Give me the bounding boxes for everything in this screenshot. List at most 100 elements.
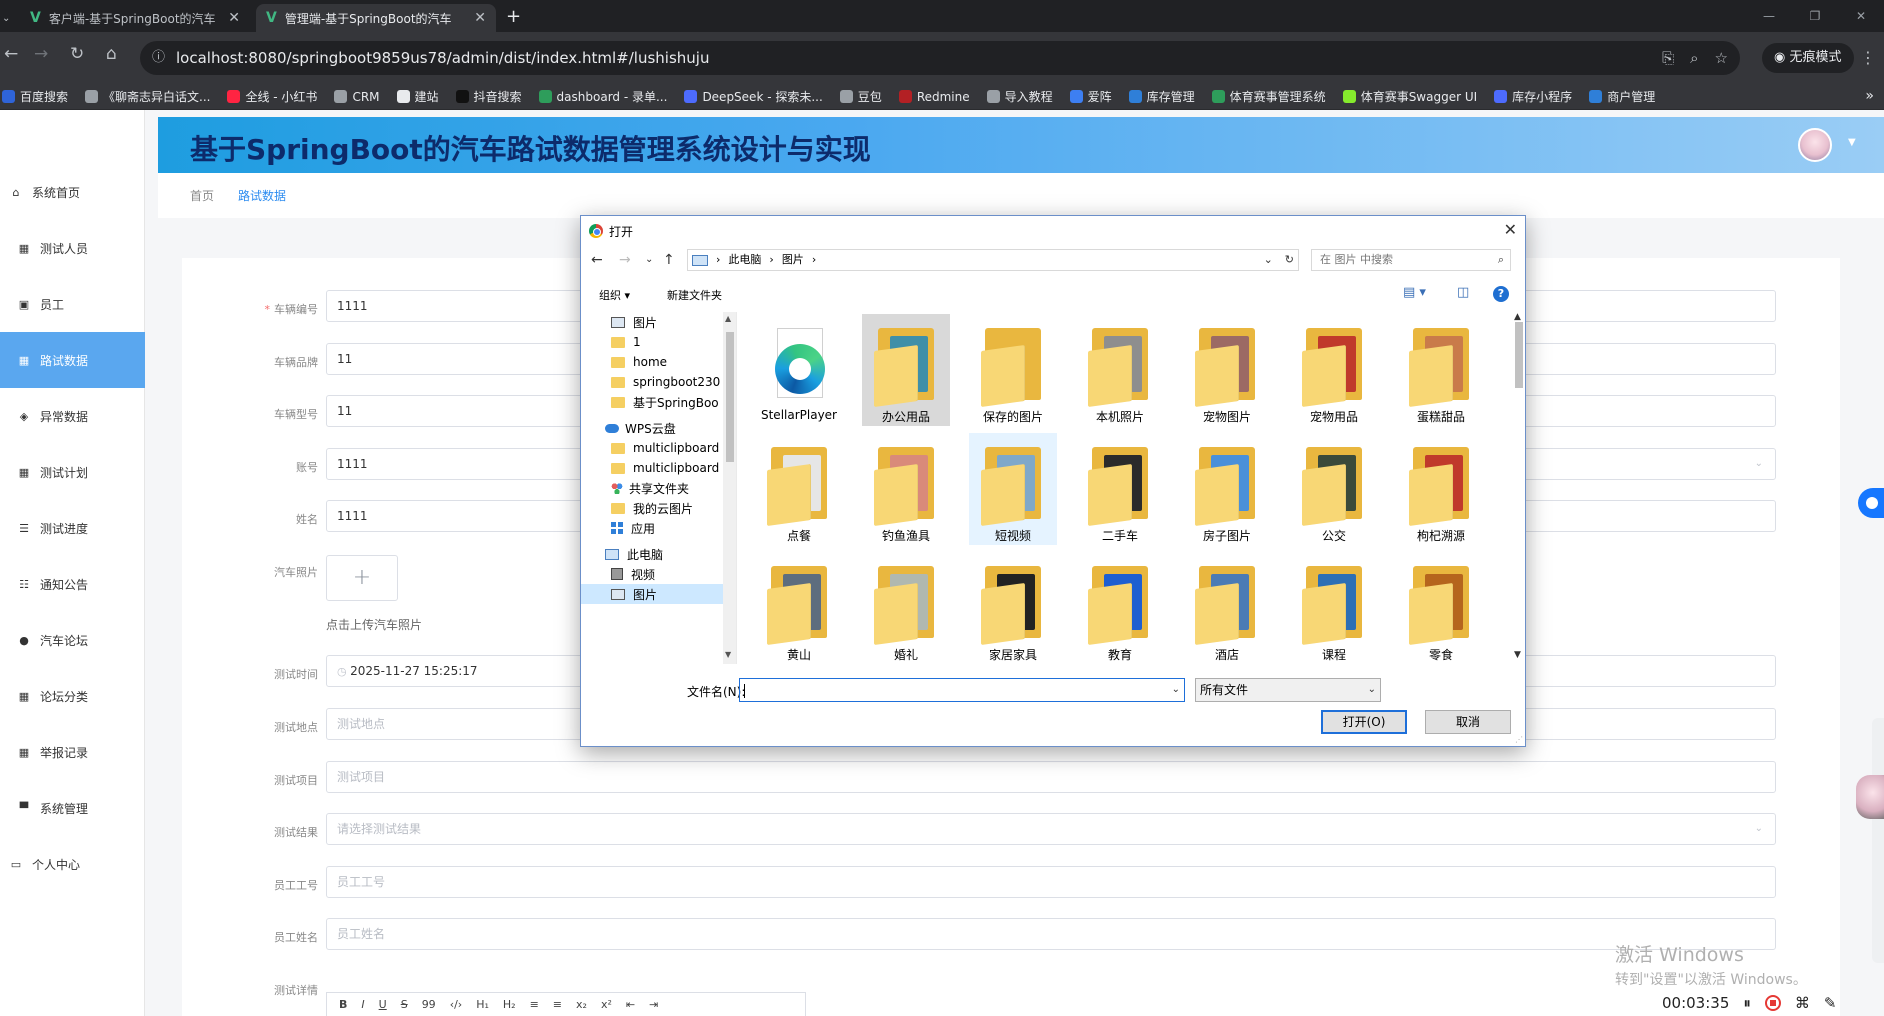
home-icon[interactable]: ⌂: [106, 44, 117, 64]
bookmark-star-icon[interactable]: ☆: [1715, 41, 1728, 75]
sidebar-item[interactable]: ▦ 测试计划: [0, 444, 145, 500]
bookmark-item[interactable]: DeepSeek - 探索未...: [684, 88, 823, 105]
open-button[interactable]: 打开(O): [1321, 710, 1407, 734]
up-folder-icon[interactable]: ↑: [663, 252, 675, 268]
emp-name-input[interactable]: 员工姓名: [326, 918, 1776, 950]
file-item-folder[interactable]: 宠物图片: [1183, 314, 1271, 426]
user-avatar[interactable]: [1798, 128, 1832, 162]
nav-pane-item[interactable]: 基于SpringBoo: [611, 392, 719, 412]
sidebar-item[interactable]: ▣ 员工: [0, 276, 145, 332]
close-tab-icon[interactable]: ✕: [474, 10, 486, 26]
editor-tool-button[interactable]: x²: [601, 998, 612, 1011]
dialog-search-input[interactable]: 在 图片 中搜索 ⌕: [1311, 249, 1511, 271]
pause-icon[interactable]: ⏸: [1743, 994, 1751, 1012]
editor-tool-button[interactable]: B: [339, 998, 347, 1011]
floating-avatar[interactable]: [1856, 775, 1884, 819]
file-item-folder[interactable]: 本机照片: [1076, 314, 1164, 426]
file-item-folder[interactable]: 钓鱼渔具: [862, 433, 950, 545]
sidebar-item[interactable]: ☰ 测试进度: [0, 500, 145, 556]
file-item-folder[interactable]: 黄山: [755, 552, 843, 664]
address-bar[interactable]: ⓘ localhost:8080/springboot9859us78/admi…: [140, 41, 1740, 75]
browser-tab-client[interactable]: V 客户端-基于SpringBoot的汽车 ✕: [20, 4, 250, 32]
file-item-folder[interactable]: 课程: [1290, 552, 1378, 664]
emp-no-input[interactable]: 员工工号: [326, 866, 1776, 898]
file-item-folder[interactable]: 教育: [1076, 552, 1164, 664]
bookmark-item[interactable]: 库存管理: [1128, 88, 1195, 105]
sidebar-item[interactable]: ▀ 系统管理: [0, 780, 145, 836]
filetype-select[interactable]: 所有文件 ⌄: [1195, 678, 1381, 702]
editor-tool-button[interactable]: ≡: [553, 998, 562, 1011]
nav-pane-item[interactable]: 图片: [581, 584, 726, 604]
file-item-folder[interactable]: 零食: [1397, 552, 1485, 664]
reload-icon[interactable]: ↻: [70, 44, 84, 64]
nav-pane-item[interactable]: 应用: [611, 518, 655, 538]
file-item-folder[interactable]: 酒店: [1183, 552, 1271, 664]
path-segment[interactable]: 此电脑: [728, 250, 761, 270]
bookmark-item[interactable]: 豆包: [839, 88, 882, 105]
close-window-icon[interactable]: ✕: [1838, 0, 1884, 32]
nav-pane-scrollbar[interactable]: ▲ ▼: [723, 312, 736, 664]
editor-tool-button[interactable]: H₁: [476, 998, 489, 1011]
nav-pane-item[interactable]: WPS云盘: [605, 418, 676, 438]
minimize-icon[interactable]: —: [1746, 0, 1792, 32]
file-item-folder[interactable]: 点餐: [755, 433, 843, 545]
browser-menu-icon[interactable]: ⋮: [1860, 48, 1876, 67]
nav-pane-item[interactable]: 共享文件夹: [611, 478, 689, 498]
file-item-folder[interactable]: 枸杞溯源: [1397, 433, 1485, 545]
forward-icon[interactable]: →: [619, 252, 631, 268]
file-item-folder[interactable]: 二手车: [1076, 433, 1164, 545]
nav-pane-item[interactable]: springboot230: [611, 372, 720, 392]
bookmark-item[interactable]: dashboard - 录单...: [538, 88, 667, 105]
file-item-folder[interactable]: 家居家具: [969, 552, 1057, 664]
sidebar-item[interactable]: ▭ 个人中心: [0, 836, 145, 892]
browser-tab-admin[interactable]: V 管理端-基于SpringBoot的汽车 ✕: [256, 4, 496, 32]
bookmark-item[interactable]: Redmine: [898, 90, 970, 104]
tab-list-icon[interactable]: ⌄: [2, 4, 10, 32]
bookmark-item[interactable]: 导入教程: [986, 88, 1053, 105]
editor-tool-button[interactable]: S: [401, 998, 408, 1011]
scroll-up-icon[interactable]: ▲: [725, 314, 731, 323]
sidebar-item[interactable]: ▦ 举报记录: [0, 724, 145, 780]
nav-pane-item[interactable]: 我的云图片: [611, 498, 693, 518]
file-item-folder[interactable]: 蛋糕甜品: [1397, 314, 1485, 426]
sidebar-item[interactable]: ◈ 异常数据: [0, 388, 145, 444]
filename-input[interactable]: ⌄: [739, 678, 1185, 702]
sidebar-item[interactable]: ⌂ 系统首页: [0, 164, 145, 220]
scrollbar-thumb[interactable]: [726, 332, 734, 462]
bookmark-item[interactable]: 爱阵: [1069, 88, 1112, 105]
file-item-app[interactable]: StellarPlayer: [755, 314, 843, 426]
cancel-button[interactable]: 取消: [1425, 710, 1511, 734]
test-item-input[interactable]: 测试项目: [326, 761, 1776, 793]
nav-pane-item[interactable]: 1: [611, 332, 641, 352]
breadcrumb-home[interactable]: 首页: [190, 187, 214, 204]
editor-tool-button[interactable]: 99: [422, 998, 436, 1011]
nav-pane-item[interactable]: home: [611, 352, 667, 372]
file-item-folder[interactable]: 保存的图片: [969, 314, 1057, 426]
file-item-folder[interactable]: 宠物用品: [1290, 314, 1378, 426]
editor-tool-button[interactable]: x₂: [576, 998, 587, 1011]
resize-grip-icon[interactable]: ⋰: [1515, 735, 1523, 744]
nav-pane-item[interactable]: 此电脑: [605, 544, 663, 564]
chevron-down-icon[interactable]: ⌄: [1172, 679, 1180, 701]
restore-icon[interactable]: ❐: [1792, 0, 1838, 32]
bookmark-item[interactable]: 建站: [396, 88, 439, 105]
bookmark-item[interactable]: 库存小程序: [1494, 88, 1572, 105]
close-tab-icon[interactable]: ✕: [228, 10, 240, 26]
nav-pane-item[interactable]: multiclipboard: [611, 458, 719, 478]
pen-icon[interactable]: ✎: [1824, 994, 1837, 1012]
editor-tool-button[interactable]: H₂: [503, 998, 516, 1011]
file-item-folder[interactable]: 公交: [1290, 433, 1378, 545]
sidebar-item[interactable]: ▦ 论坛分类: [0, 668, 145, 724]
scroll-down-icon[interactable]: ▼: [1514, 650, 1521, 660]
new-tab-button[interactable]: +: [506, 6, 521, 27]
close-icon[interactable]: ✕: [1504, 220, 1517, 239]
scroll-up-icon[interactable]: ▲: [1514, 312, 1521, 322]
chevron-down-icon[interactable]: ▼: [1848, 137, 1856, 148]
nav-pane-item[interactable]: 图片📌: [611, 312, 657, 332]
editor-tool-button[interactable]: ⇥: [649, 998, 658, 1011]
bookmark-item[interactable]: 抖音搜索: [455, 88, 522, 105]
sidebar-item[interactable]: ▦ 路试数据: [0, 332, 145, 388]
site-info-icon[interactable]: ⓘ: [152, 41, 165, 75]
translate-icon[interactable]: ⎘: [1662, 41, 1674, 75]
back-icon[interactable]: ←: [4, 44, 18, 64]
